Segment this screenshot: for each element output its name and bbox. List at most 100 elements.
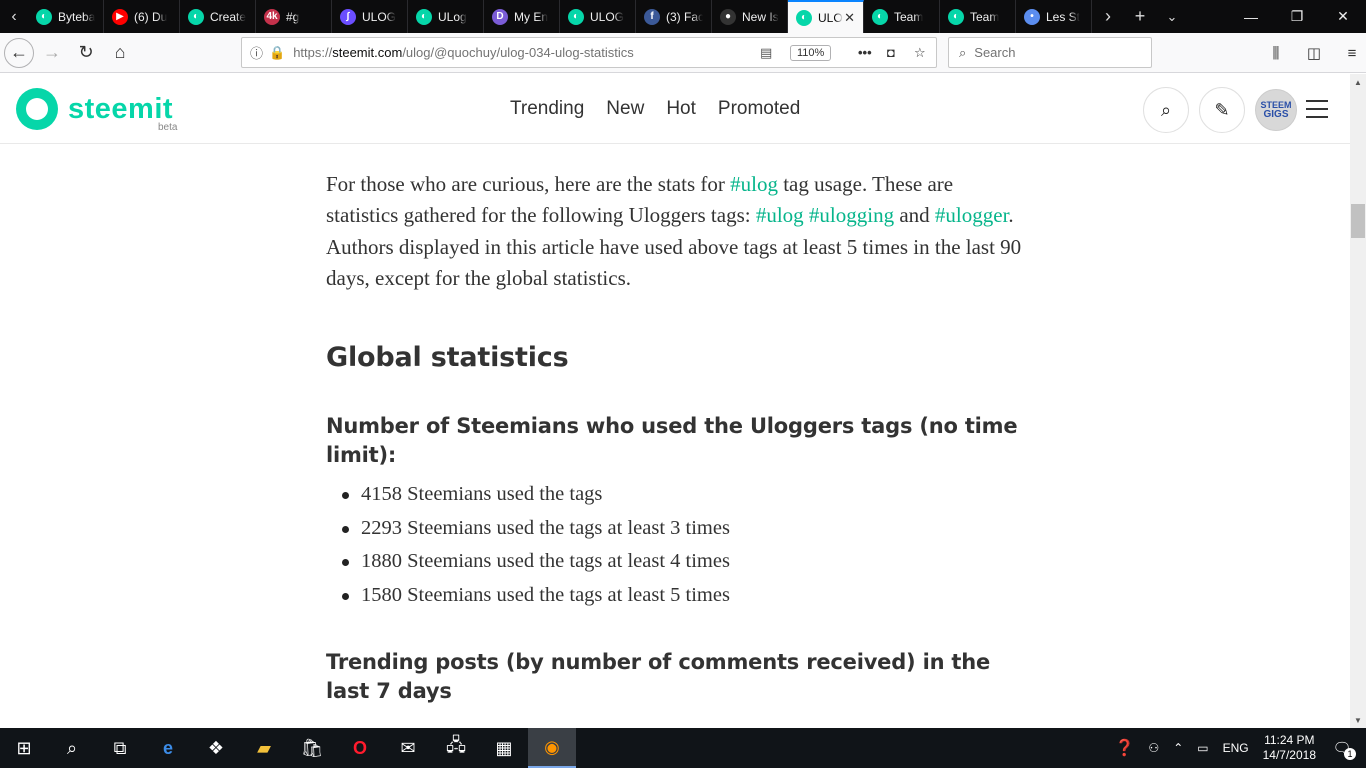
tab-scroll-left-button[interactable]: ‹	[0, 0, 28, 33]
browser-tab[interactable]: ▶ (6) Du	[104, 0, 180, 33]
store-icon[interactable]: 🛍	[288, 728, 336, 768]
subsection-heading: Number of Steemians who used the Ulogger…	[326, 414, 1018, 468]
lock-icon[interactable]: 🔒	[269, 45, 285, 61]
stats-list: 4158 Steemians used the tags 2293 Steemi…	[326, 478, 1026, 612]
url-bar[interactable]: ⓘ 🔒 https://steemit.com/ulog/@quochuy/ul…	[241, 37, 937, 68]
bookmark-star-icon[interactable]: ☆	[914, 45, 926, 61]
page-scrollbar[interactable]: ▲ ▼	[1350, 74, 1366, 728]
tag-link-ulogger[interactable]: #ulogger	[935, 203, 1009, 227]
list-item: 1880 Steemians used the tags at least 4 …	[326, 545, 1026, 579]
tab-title: New Is	[742, 9, 779, 24]
steemit-icon: ◐	[416, 8, 432, 25]
youtube-icon: ▶	[112, 8, 128, 25]
github-icon: ●	[720, 8, 736, 25]
dot-icon: •	[1024, 8, 1040, 25]
clock[interactable]: 11:24 PM 14/7/2018	[1263, 733, 1316, 763]
chevron-up-icon[interactable]: ⌃	[1173, 741, 1183, 755]
browser-tab[interactable]: ◐ ULog	[408, 0, 484, 33]
tab-strip: ‹ ◐ Byteball ▶ (6) Du ◐ Create 4k #g ∫ ULOG ◐ ULog D…	[0, 0, 1366, 33]
windows-start-icon[interactable]: ⊞	[0, 728, 48, 768]
browser-tab[interactable]: ● New Is	[712, 0, 788, 33]
facebook-icon: f	[644, 8, 660, 25]
tag-link-ulogging[interactable]: #ulogging	[809, 203, 894, 227]
pocket-icon[interactable]: ◘	[887, 45, 895, 60]
firefox-icon[interactable]: ◉	[528, 728, 576, 768]
browser-tab[interactable]: f (3) Fac	[636, 0, 712, 33]
browser-tab[interactable]: D My En	[484, 0, 560, 33]
language-indicator[interactable]: ENG	[1223, 741, 1249, 755]
tab-title: (6) Du	[134, 9, 168, 24]
list-item: 2293 Steemians used the tags at least 3 …	[326, 512, 1026, 546]
search-input[interactable]: ⌕ Search	[948, 37, 1152, 68]
sidebar-icon[interactable]: ◫	[1300, 44, 1328, 62]
tab-title: Create	[210, 9, 247, 24]
site-nav: Trending New Hot Promoted	[510, 98, 800, 120]
browser-tab[interactable]: ◐ ULO ✕	[788, 0, 864, 33]
network-app-icon[interactable]: 🖧	[432, 728, 480, 768]
write-post-button[interactable]: ✎	[1199, 87, 1245, 133]
edge-icon[interactable]: e	[144, 728, 192, 768]
close-tab-icon[interactable]: ✕	[844, 10, 855, 26]
4k-icon: 4k	[264, 8, 280, 25]
menu-icon[interactable]: ≡	[1338, 45, 1366, 62]
tag-link-ulog[interactable]: #ulog	[730, 172, 778, 196]
page-actions-icon[interactable]: •••	[858, 45, 872, 60]
all-tabs-chevron-icon[interactable]: ⌄	[1156, 0, 1188, 33]
browser-tab[interactable]: ∫ ULOG	[332, 0, 408, 33]
avatar[interactable]: STEEM GIGS	[1255, 89, 1297, 131]
calculator-icon[interactable]: ▦	[480, 728, 528, 768]
task-view-icon[interactable]: ⧉	[96, 728, 144, 768]
url-text[interactable]: https://steemit.com/ulog/@quochuy/ulog-0…	[293, 45, 634, 60]
tab-title: Les St	[1046, 9, 1081, 24]
file-explorer-icon[interactable]: ▰	[240, 728, 288, 768]
browser-tab[interactable]: ◐ Team	[864, 0, 940, 33]
back-button[interactable]: ←	[4, 37, 34, 68]
reader-view-icon[interactable]: ▤	[760, 45, 772, 61]
browser-tab[interactable]: 4k #g	[256, 0, 332, 33]
mail-icon[interactable]: ✉	[384, 728, 432, 768]
new-tab-button[interactable]: +	[1124, 0, 1156, 33]
nav-trending[interactable]: Trending	[510, 98, 584, 120]
list-item: 1580 Steemians used the tags at least 5 …	[326, 579, 1026, 613]
forward-button[interactable]: →	[36, 37, 68, 69]
home-button[interactable]: ⌂	[104, 37, 136, 69]
dropbox-icon[interactable]: ❖	[192, 728, 240, 768]
opera-icon[interactable]: O	[336, 728, 384, 768]
notification-center-icon[interactable]: 🗨 1	[1330, 736, 1356, 760]
steemit-icon: ◐	[796, 9, 812, 26]
browser-tab[interactable]: ◐ Create	[180, 0, 256, 33]
browser-tab[interactable]: ◐ Byteball	[28, 0, 104, 33]
steemit-icon: ◐	[872, 8, 888, 25]
minimize-button[interactable]: —	[1228, 0, 1274, 33]
scrollbar-thumb[interactable]	[1351, 204, 1365, 238]
steemconnect-icon: ∫	[340, 8, 356, 25]
steemit-icon: ◐	[948, 8, 964, 25]
hamburger-menu-icon[interactable]	[1306, 100, 1328, 124]
help-icon[interactable]: ❓	[1115, 738, 1135, 758]
library-icon[interactable]: ⫼	[1262, 45, 1290, 62]
article-body: For those who are curious, here are the …	[326, 144, 1026, 728]
people-icon[interactable]: ⚇	[1148, 741, 1159, 755]
tag-link-ulog[interactable]: #ulog	[756, 203, 804, 227]
scroll-down-arrow-icon[interactable]: ▼	[1350, 712, 1366, 728]
scroll-up-arrow-icon[interactable]: ▲	[1350, 74, 1366, 90]
site-search-button[interactable]: ⌕	[1143, 87, 1189, 133]
nav-hot[interactable]: Hot	[666, 98, 696, 120]
tab-scroll-right-button[interactable]: ›	[1092, 0, 1124, 33]
info-icon[interactable]: ⓘ	[250, 43, 263, 62]
browser-tab[interactable]: ◐ ULOG	[560, 0, 636, 33]
browser-tab[interactable]: • Les St	[1016, 0, 1092, 33]
tab-title: ULOG	[590, 9, 625, 24]
reload-button[interactable]: ↻	[70, 37, 102, 69]
restore-button[interactable]: ❐	[1274, 0, 1320, 33]
authors-note: Authors displayed in this article have u…	[326, 234, 1022, 290]
nav-promoted[interactable]: Promoted	[718, 98, 800, 120]
close-window-button[interactable]: ✕	[1320, 0, 1366, 33]
nav-new[interactable]: New	[606, 98, 644, 120]
zoom-indicator[interactable]: 110%	[790, 44, 832, 61]
steemit-logo[interactable]: steemit	[16, 88, 173, 130]
browser-tab[interactable]: ◐ Team	[940, 0, 1016, 33]
pencil-icon: ✎	[1214, 99, 1230, 120]
search-icon[interactable]: ⌕	[48, 728, 96, 768]
battery-icon[interactable]: ▭	[1197, 741, 1208, 755]
